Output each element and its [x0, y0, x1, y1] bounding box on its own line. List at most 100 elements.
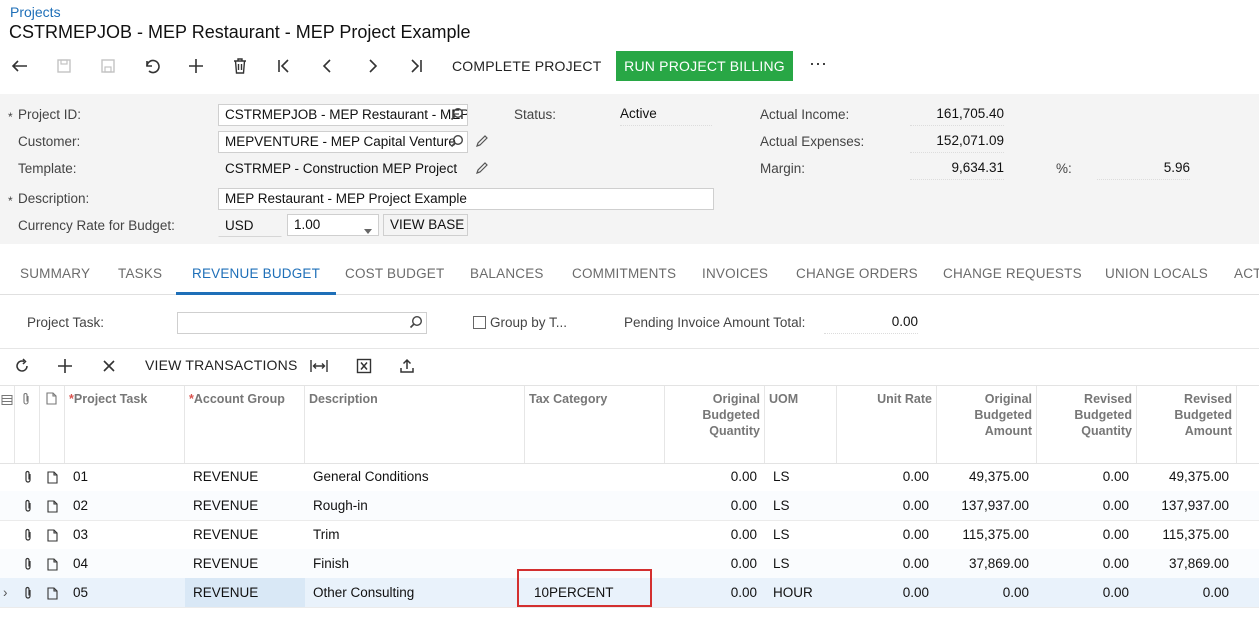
- tab-balances[interactable]: BALANCES: [470, 258, 544, 292]
- cell-account-group[interactable]: REVENUE: [185, 578, 305, 607]
- cell-project-task[interactable]: 04: [65, 549, 185, 578]
- tab-tasks[interactable]: TASKS: [118, 258, 162, 292]
- cell-uom[interactable]: LS: [765, 462, 837, 491]
- more-actions-icon[interactable]: ⋯: [806, 52, 830, 80]
- chevron-down-icon[interactable]: [364, 222, 372, 238]
- view-transactions-button[interactable]: VIEW TRANSACTIONS: [145, 357, 298, 373]
- cell-revised-budgeted-amount[interactable]: 0.00: [1137, 578, 1237, 607]
- cell-original-budgeted-amount[interactable]: 115,375.00: [937, 520, 1037, 549]
- cell-revised-budgeted-amount[interactable]: 49,375.00: [1137, 462, 1237, 491]
- cell-uom[interactable]: LS: [765, 520, 837, 549]
- note-icon[interactable]: [40, 520, 65, 549]
- cell-project-task[interactable]: 02: [65, 491, 185, 520]
- project-task-filter-field[interactable]: [177, 312, 427, 334]
- cell-project-task[interactable]: 03: [65, 520, 185, 549]
- col-original-budgeted-quantity[interactable]: Original Budgeted Quantity: [665, 386, 765, 463]
- tab-change-requests[interactable]: CHANGE REQUESTS: [943, 258, 1082, 292]
- table-row[interactable]: 03 REVENUE Trim 0.00 LS 0.00 115,375.00 0.00 115…: [0, 520, 1259, 550]
- currency-field[interactable]: USD: [218, 215, 282, 237]
- cell-tax-category[interactable]: [525, 520, 665, 549]
- last-record-icon[interactable]: [404, 52, 428, 80]
- cell-project-task[interactable]: 01: [65, 462, 185, 491]
- note-icon[interactable]: [40, 578, 65, 607]
- col-project-task[interactable]: *Project Task: [65, 386, 185, 463]
- cell-unit-rate[interactable]: 0.00: [837, 462, 937, 491]
- next-record-icon[interactable]: [360, 52, 384, 80]
- first-record-icon[interactable]: [272, 52, 296, 80]
- cell-revised-budgeted-quantity[interactable]: 0.00: [1037, 520, 1137, 549]
- back-icon[interactable]: [8, 52, 32, 80]
- paperclip-icon[interactable]: [15, 520, 40, 549]
- table-row[interactable]: 01 REVENUE General Conditions 0.00 LS 0.00 49,…: [0, 462, 1259, 492]
- cell-description[interactable]: Rough-in: [305, 491, 525, 520]
- upload-icon[interactable]: [397, 355, 417, 377]
- search-icon[interactable]: [450, 107, 464, 124]
- cell-revised-budgeted-quantity[interactable]: 0.00: [1037, 578, 1137, 607]
- tab-revenue-budget[interactable]: REVENUE BUDGET: [176, 258, 337, 295]
- description-field[interactable]: MEP Restaurant - MEP Project Example: [218, 188, 714, 210]
- edit-pencil-icon[interactable]: [475, 134, 489, 151]
- cell-revised-budgeted-quantity[interactable]: 0.00: [1037, 491, 1137, 520]
- export-excel-icon[interactable]: [354, 355, 374, 377]
- cell-original-budgeted-quantity[interactable]: 0.00: [665, 549, 765, 578]
- cell-description[interactable]: General Conditions: [305, 462, 525, 491]
- refresh-icon[interactable]: [12, 355, 32, 377]
- add-row-icon[interactable]: [55, 355, 75, 377]
- col-revised-budgeted-quantity[interactable]: Revised Budgeted Quantity: [1037, 386, 1137, 463]
- fit-columns-icon[interactable]: [309, 355, 329, 377]
- col-description[interactable]: Description: [305, 386, 525, 463]
- col-tax-category[interactable]: Tax Category: [525, 386, 665, 463]
- save-and-close-icon[interactable]: [52, 52, 76, 80]
- delete-icon[interactable]: [228, 52, 252, 80]
- tab-commitments[interactable]: COMMITMENTS: [572, 258, 676, 292]
- search-icon[interactable]: [450, 134, 464, 151]
- customer-field[interactable]: MEPVENTURE - MEP Capital Venture: [218, 131, 468, 153]
- col-uom[interactable]: UOM: [765, 386, 837, 463]
- note-icon[interactable]: [40, 491, 65, 520]
- cell-uom[interactable]: HOUR: [765, 578, 837, 607]
- cell-unit-rate[interactable]: 0.00: [837, 549, 937, 578]
- paperclip-icon[interactable]: [15, 491, 40, 520]
- add-icon[interactable]: [184, 52, 208, 80]
- cell-revised-budgeted-amount[interactable]: 37,869.00: [1137, 549, 1237, 578]
- cell-uom[interactable]: LS: [765, 549, 837, 578]
- col-original-budgeted-amount[interactable]: Original Budgeted Amount: [937, 386, 1037, 463]
- cell-original-budgeted-quantity[interactable]: 0.00: [665, 520, 765, 549]
- cell-unit-rate[interactable]: 0.00: [837, 491, 937, 520]
- table-row[interactable]: 02 REVENUE Rough-in 0.00 LS 0.00 137,937.00 0.0…: [0, 491, 1259, 521]
- cell-original-budgeted-amount[interactable]: 137,937.00: [937, 491, 1037, 520]
- tab-union-locals[interactable]: UNION LOCALS: [1105, 258, 1208, 292]
- save-icon[interactable]: [96, 52, 120, 80]
- delete-row-icon[interactable]: [99, 355, 119, 377]
- previous-record-icon[interactable]: [316, 52, 340, 80]
- cell-original-budgeted-quantity[interactable]: 0.00: [665, 578, 765, 607]
- cell-account-group[interactable]: REVENUE: [185, 520, 305, 549]
- project-id-field[interactable]: CSTRMEPJOB - MEP Restaurant - MEP: [218, 104, 468, 126]
- note-icon[interactable]: [40, 549, 65, 578]
- cell-uom[interactable]: LS: [765, 491, 837, 520]
- note-icon[interactable]: [40, 462, 65, 491]
- cell-account-group[interactable]: REVENUE: [185, 462, 305, 491]
- view-base-button[interactable]: VIEW BASE: [383, 214, 468, 236]
- tab-act[interactable]: ACT: [1234, 258, 1259, 292]
- cell-description[interactable]: Other Consulting: [305, 578, 525, 607]
- group-by-checkbox[interactable]: [473, 316, 486, 329]
- cell-account-group[interactable]: REVENUE: [185, 549, 305, 578]
- cell-revised-budgeted-quantity[interactable]: 0.00: [1037, 549, 1137, 578]
- cell-account-group[interactable]: REVENUE: [185, 491, 305, 520]
- tab-invoices[interactable]: INVOICES: [702, 258, 768, 292]
- tab-cost-budget[interactable]: COST BUDGET: [345, 258, 444, 292]
- cell-original-budgeted-amount[interactable]: 0.00: [937, 578, 1037, 607]
- cell-revised-budgeted-amount[interactable]: 115,375.00: [1137, 520, 1237, 549]
- breadcrumb[interactable]: Projects: [10, 4, 61, 20]
- cell-revised-budgeted-amount[interactable]: 137,937.00: [1137, 491, 1237, 520]
- complete-project-button[interactable]: COMPLETE PROJECT: [452, 52, 601, 80]
- cell-unit-rate[interactable]: 0.00: [837, 578, 937, 607]
- cell-tax-category[interactable]: [525, 462, 665, 491]
- cell-original-budgeted-quantity[interactable]: 0.00: [665, 462, 765, 491]
- col-unit-rate[interactable]: Unit Rate: [837, 386, 937, 463]
- run-project-billing-button[interactable]: RUN PROJECT BILLING: [616, 51, 793, 81]
- cell-description[interactable]: Finish: [305, 549, 525, 578]
- cell-description[interactable]: Trim: [305, 520, 525, 549]
- cell-revised-budgeted-quantity[interactable]: 0.00: [1037, 462, 1137, 491]
